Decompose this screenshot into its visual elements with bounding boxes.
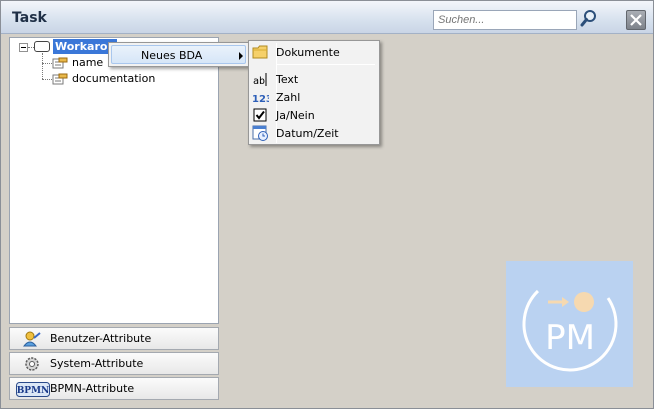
new-bda-submenu: Dokumente ab Text 123 Zahl Ja/Nein: [248, 40, 380, 145]
search-icon[interactable]: [579, 9, 599, 29]
menu-item-ja-nein[interactable]: Ja/Nein: [251, 106, 378, 124]
menu-item-label: Text: [276, 73, 299, 86]
menu-item-zahl[interactable]: 123 Zahl: [251, 88, 378, 106]
number-123-icon: 123: [252, 94, 269, 105]
svg-text:PM: PM: [545, 318, 595, 358]
process-icon: [34, 41, 50, 52]
close-button[interactable]: [626, 10, 646, 30]
system-attributes-label: System-Attribute: [50, 357, 144, 370]
menu-item-dokumente[interactable]: Dokumente: [251, 43, 378, 61]
pm-logo: PM: [506, 261, 633, 387]
system-attributes-button[interactable]: System-Attribute: [9, 352, 219, 375]
folder-icon: [252, 45, 268, 59]
menu-item-label: Zahl: [276, 91, 301, 104]
menu-item-label: Ja/Nein: [276, 109, 315, 122]
svg-text:123: 123: [252, 94, 269, 105]
calendar-clock-icon: [252, 125, 268, 141]
task-window: Task Workarou: [0, 0, 654, 409]
checkbox-icon: [253, 108, 267, 122]
attribute-icon: [52, 57, 68, 69]
title-bar: Task: [1, 1, 653, 34]
new-bda-menu-item[interactable]: Neues BDA: [111, 45, 246, 64]
tree-item-label: documentation: [72, 72, 156, 85]
collapse-icon[interactable]: [19, 43, 28, 52]
menu-item-datum-zeit[interactable]: Datum/Zeit: [251, 124, 378, 142]
submenu-arrow-icon: [239, 52, 243, 60]
close-icon: [630, 14, 642, 26]
tree-item-label: name: [72, 56, 104, 69]
menu-item-label: Dokumente: [276, 46, 340, 59]
gear-icon: [25, 357, 39, 371]
user-attributes-label: Benutzer-Attribute: [50, 332, 152, 345]
window-title: Task: [12, 10, 47, 26]
context-menu: Neues BDA: [108, 42, 249, 67]
svg-text:ab: ab: [253, 76, 265, 87]
bpmn-attributes-button[interactable]: BPMN BPMN-Attribute: [9, 377, 219, 400]
bpmn-icon: BPMN: [16, 382, 50, 397]
text-ab-icon: ab: [253, 73, 267, 87]
new-bda-label: Neues BDA: [141, 49, 203, 62]
user-attributes-icon: [23, 331, 41, 347]
attribute-icon: [52, 73, 68, 85]
menu-item-text[interactable]: ab Text: [251, 70, 378, 88]
search-input[interactable]: [433, 10, 577, 30]
svg-text:BPMN: BPMN: [17, 386, 50, 396]
user-attributes-button[interactable]: Benutzer-Attribute: [9, 327, 219, 350]
menu-item-label: Datum/Zeit: [276, 127, 339, 140]
bpmn-attributes-label: BPMN-Attribute: [50, 382, 135, 395]
pm-logo-icon: PM: [522, 276, 618, 372]
attribute-tree-panel: Workarou name documentation: [9, 37, 219, 324]
